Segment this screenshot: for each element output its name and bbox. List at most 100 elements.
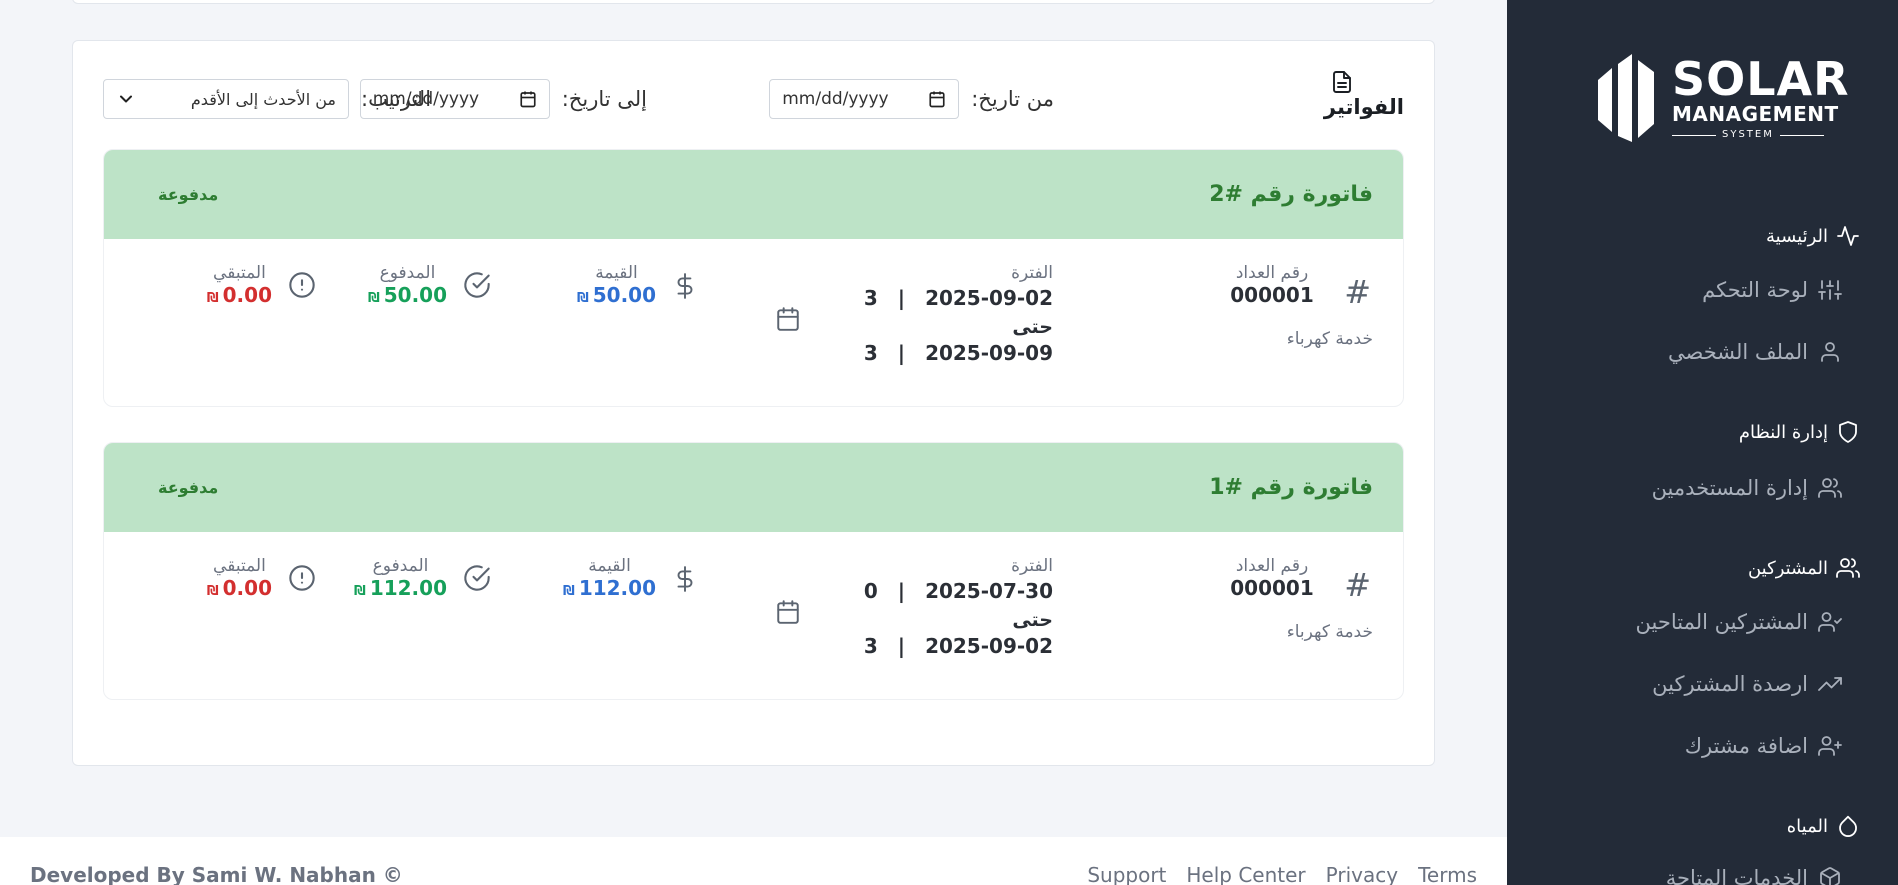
period-label: الفترة: [1011, 263, 1053, 283]
paid-column: المدفوع ₪ 112.00: [354, 556, 491, 600]
period-column: الفترة 0 | 2025-07-30 حتى 3 | 2025-09-02: [777, 556, 1053, 658]
separator: |: [897, 634, 906, 658]
nav-section-label: المياه: [1786, 815, 1828, 837]
invoice-title: فاتورة رقم #2: [1209, 182, 1373, 207]
invoice-body: # رقم العداد 000001 خدمة كهرباء الفترة 3…: [104, 239, 1403, 406]
to-date-label: إلى تاريخ:: [561, 87, 647, 111]
value-column: القيمة ₪ 112.00: [563, 556, 698, 600]
sidebar-item-available-subscribers[interactable]: المشتركين المتاحين: [1636, 610, 1842, 634]
check-circle-icon: [463, 271, 491, 303]
period-label: الفترة: [1011, 556, 1053, 576]
value-label: القيمة: [588, 556, 631, 576]
box-icon: [1818, 866, 1842, 885]
value-amount: ₪ 50.00: [576, 283, 656, 307]
until-label: حتى: [1012, 609, 1053, 631]
footer-link-support[interactable]: Support: [1087, 863, 1166, 885]
sort-selected-value: من الأحدث إلى الأقدم: [190, 89, 336, 109]
separator: |: [897, 286, 906, 310]
calendar-icon: [775, 598, 801, 630]
nav-section-label: إدارة النظام: [1738, 421, 1828, 443]
remaining-label: المتبقي: [213, 556, 266, 576]
calendar-icon: [775, 305, 801, 337]
logo-line-system: SYSTEM: [1672, 130, 1850, 140]
period-end: 3 | 2025-09-02: [813, 634, 1053, 658]
paid-label: المدفوع: [372, 556, 429, 576]
sidebar-item-profile[interactable]: الملف الشخصي: [1668, 340, 1842, 364]
shield-icon: [1836, 420, 1860, 444]
footer-links: Support Help Center Privacy Terms: [1087, 863, 1477, 885]
separator: |: [897, 341, 906, 365]
remaining-column: المتبقي ₪ 0.00: [207, 263, 316, 307]
paid-amount: ₪ 50.00: [367, 283, 447, 307]
sidebar-item-label: لوحة التحكم: [1702, 278, 1808, 302]
solar-panel-logo-icon: [1598, 54, 1654, 142]
status-badge: مدفوعة: [158, 185, 219, 204]
sidebar-item-users[interactable]: إدارة المستخدمين: [1652, 476, 1842, 500]
nav-section-label: الرئيسية: [1766, 225, 1828, 247]
footer-link-help-center[interactable]: Help Center: [1186, 863, 1305, 885]
user-plus-icon: [1818, 734, 1842, 758]
period-column: الفترة 3 | 2025-09-02 حتى 3 | 2025-09-09: [777, 263, 1053, 365]
value-label: القيمة: [595, 263, 638, 283]
nav-section-water: المياه: [1787, 814, 1860, 838]
end-reading: 3: [863, 634, 878, 658]
sidebar-item-available-services[interactable]: الخدمات المتاحة: [1666, 866, 1842, 885]
sidebar-item-label: إدارة المستخدمين: [1651, 476, 1808, 500]
user-check-icon: [1818, 610, 1842, 634]
meter-label: رقم العداد: [1235, 263, 1309, 283]
meter-label: رقم العداد: [1235, 556, 1309, 576]
sort-select[interactable]: من الأحدث إلى الأقدم: [103, 79, 349, 119]
remaining-amount: ₪ 0.00: [206, 283, 272, 307]
invoice-header: فاتورة رقم #2 مدفوعة: [104, 150, 1403, 239]
footer-credit: Developed By Sami W. Nabhan ©: [30, 863, 403, 885]
footer-link-terms[interactable]: Terms: [1418, 863, 1477, 885]
logo-line-management: MANAGEMENT: [1672, 102, 1839, 126]
start-reading: 0: [863, 579, 878, 603]
footer: Developed By Sami W. Nabhan © Support He…: [0, 837, 1507, 885]
sidebar: SOLAR MANAGEMENT SYSTEM الرئيسية لوحة ال…: [1507, 0, 1898, 885]
nav-section-subscribers: المشتركين: [1748, 556, 1860, 580]
sidebar-item-label: المشتركين المتاحين: [1635, 610, 1808, 634]
sidebar-item-dashboard[interactable]: لوحة التحكم: [1702, 278, 1842, 302]
sidebar-item-label: اضافة مشترك: [1684, 734, 1808, 758]
dollar-icon: [672, 564, 698, 598]
sidebar-item-label: الملف الشخصي: [1668, 340, 1808, 364]
user-icon: [1818, 340, 1842, 364]
paid-label: المدفوع: [379, 263, 436, 283]
page-title: الفواتير: [1324, 69, 1404, 119]
service-type: خدمة كهرباء: [1286, 329, 1373, 349]
users-icon: [1818, 476, 1842, 500]
users-icon: [1836, 556, 1860, 580]
period-start: 3 | 2025-09-02: [813, 286, 1053, 310]
meter-number: 000001: [1230, 576, 1314, 600]
solar-logo[interactable]: SOLAR MANAGEMENT SYSTEM: [1592, 48, 1852, 148]
start-date: 2025-09-02: [925, 286, 1053, 310]
invoices-header: الفواتير من تاريخ: mm/dd/yyyy إلى تاريخ:…: [103, 69, 1404, 135]
paid-amount: ₪ 112.00: [354, 576, 447, 600]
remaining-label: المتبقي: [213, 263, 266, 283]
remaining-amount: ₪ 0.00: [206, 576, 272, 600]
calendar-icon: [929, 91, 945, 108]
chevron-down-icon: [120, 95, 132, 103]
activity-icon: [1836, 224, 1860, 248]
alert-circle-icon: [288, 271, 316, 303]
service-type: خدمة كهرباء: [1286, 622, 1373, 642]
invoice-header: فاتورة رقم #1 مدفوعة: [104, 443, 1403, 532]
invoice-card: فاتورة رقم #2 مدفوعة # رقم العداد 000001…: [103, 149, 1404, 407]
from-date-input[interactable]: mm/dd/yyyy: [769, 79, 960, 119]
sliders-icon: [1818, 278, 1842, 302]
logo-line-solar: SOLAR: [1672, 52, 1850, 106]
from-date-label: من تاريخ:: [971, 87, 1054, 111]
trending-up-icon: [1818, 672, 1842, 696]
invoice-card: فاتورة رقم #1 مدفوعة # رقم العداد 000001…: [103, 442, 1404, 700]
sidebar-item-subscriber-balances[interactable]: ارصدة المشتركين: [1652, 672, 1842, 696]
invoice-body: # رقم العداد 000001 خدمة كهرباء الفترة 0…: [104, 532, 1403, 699]
date-placeholder: mm/dd/yyyy: [782, 89, 889, 109]
until-label: حتى: [1012, 316, 1053, 338]
separator: |: [897, 579, 906, 603]
sort-label: الترتيب:: [361, 87, 432, 111]
sidebar-item-add-subscriber[interactable]: اضافة مشترك: [1685, 734, 1842, 758]
footer-link-privacy[interactable]: Privacy: [1326, 863, 1398, 885]
start-reading: 3: [863, 286, 878, 310]
value-amount: ₪ 112.00: [563, 576, 656, 600]
